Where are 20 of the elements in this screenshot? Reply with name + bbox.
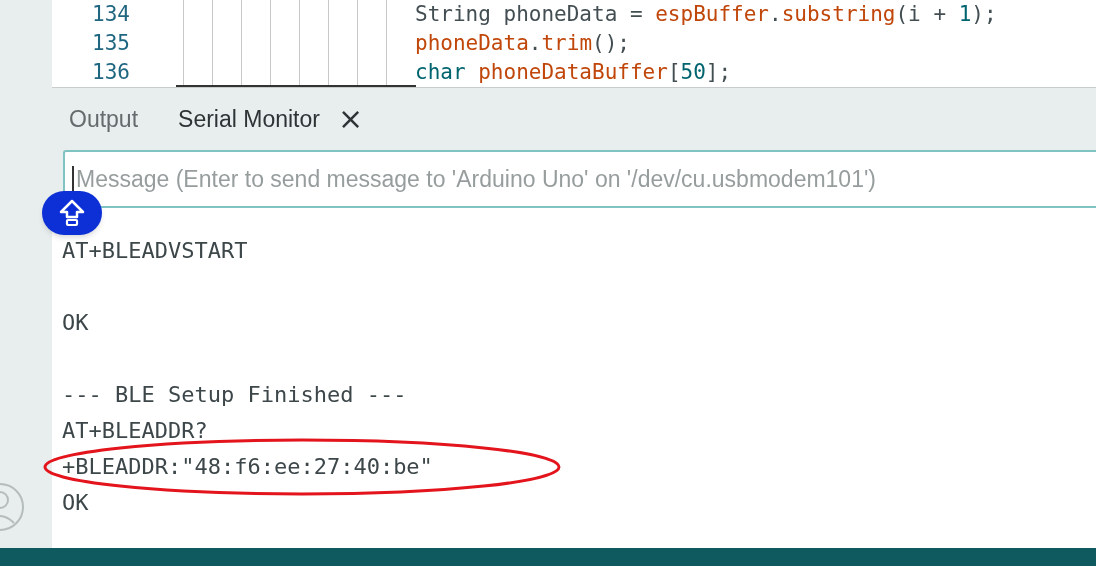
line-number: 134	[91, 1, 130, 28]
output-line: OK	[62, 309, 89, 337]
output-line: OK	[62, 489, 89, 517]
scrollbar[interactable]	[176, 85, 416, 87]
code-line: String phoneData = espBuffer.substring(i + 1);	[415, 1, 997, 28]
account-icon[interactable]	[0, 483, 26, 531]
upload-arrow-icon	[59, 199, 85, 227]
code-line: phoneData.trim();	[415, 30, 630, 57]
output-line: AT+BLEADVSTART	[62, 237, 248, 265]
output-line: --- BLE Setup Finished ---	[62, 381, 407, 409]
message-field[interactable]: Message (Enter to send message to 'Arduino Uno' on '/dev/cu.usbmodem101')	[63, 150, 1096, 208]
close-tab-button[interactable]: ×	[337, 104, 364, 134]
output-line: +BLEADDR:"48:f6:ee:27:40:be"	[62, 453, 433, 481]
output-line: AT+BLEADDR?	[62, 417, 208, 445]
line-number: 135	[91, 30, 130, 57]
panel-tab[interactable]: Serial Monitor	[178, 101, 320, 137]
panel-tab[interactable]: Output	[69, 101, 139, 137]
line-number: 136	[91, 59, 130, 86]
scroll-up-button[interactable]	[42, 191, 102, 235]
code-line: char phoneDataBuffer[50];	[415, 59, 732, 86]
